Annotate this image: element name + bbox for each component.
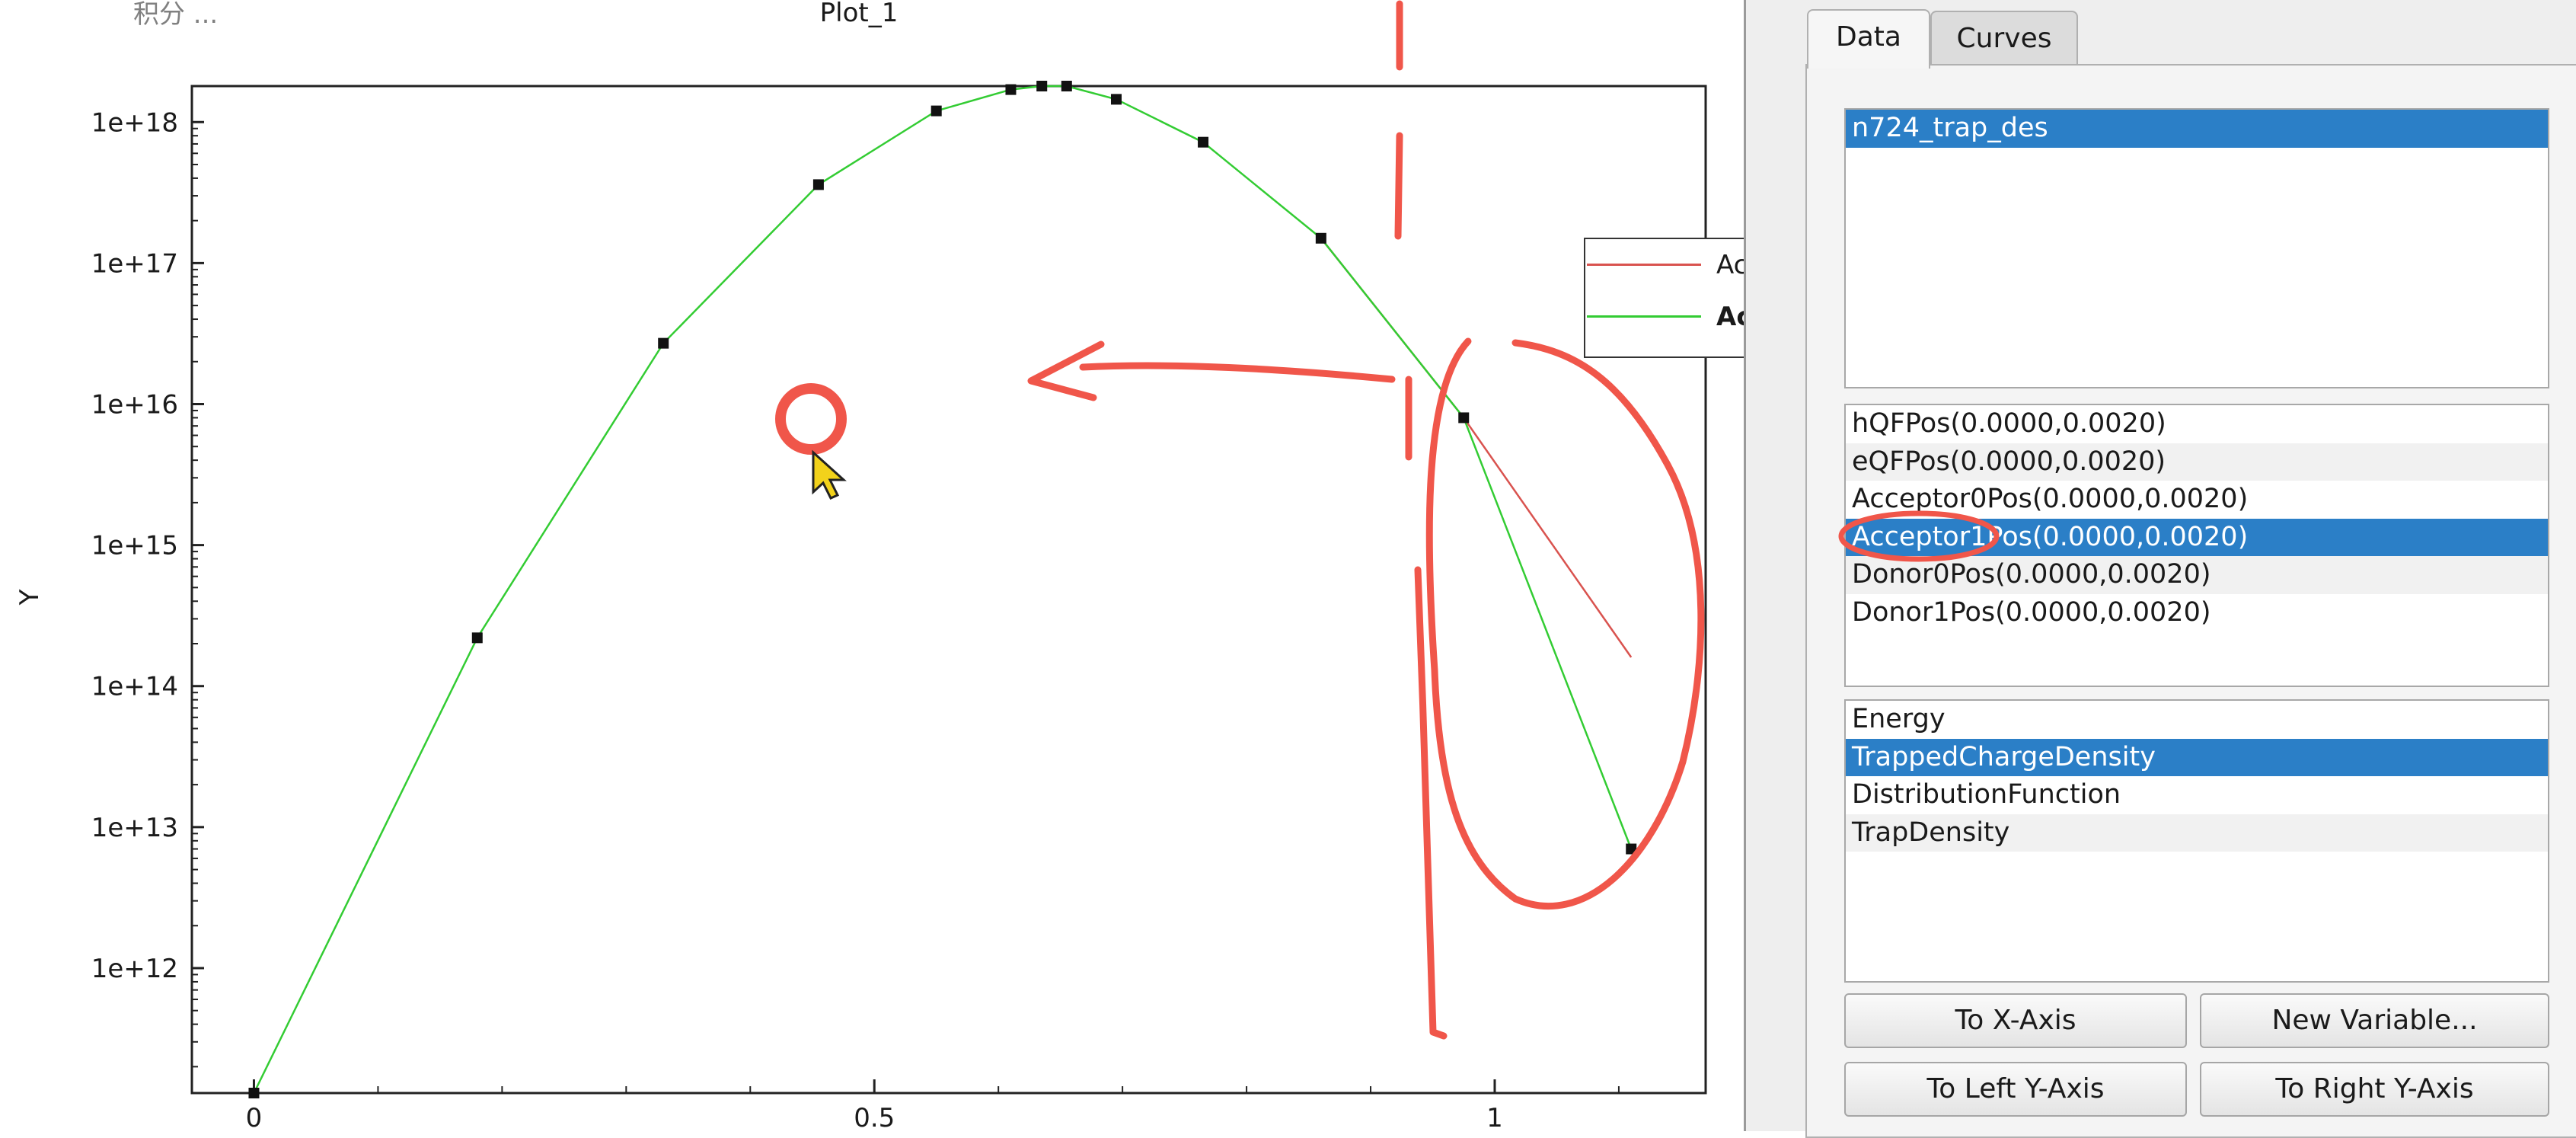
y-tick-label: 1e+14 — [91, 672, 178, 702]
legend-swatch — [1587, 315, 1701, 318]
y-tick-label: 1e+18 — [91, 107, 178, 138]
pointer-cursor-icon — [812, 449, 847, 500]
variable-item[interactable]: TrapDensity — [1846, 814, 2548, 852]
position-list[interactable]: hQFPos(0.0000,0.0020) eQFPos(0.0000,0.00… — [1844, 404, 2549, 687]
data-point — [812, 179, 824, 190]
y-tick-label: 1e+12 — [91, 954, 178, 984]
side-panel: Curves Data n724_trap_des hQFPos(0.0000,… — [1744, 0, 2576, 1138]
data-point — [1061, 81, 1072, 91]
legend-entry: Ac — [1585, 250, 1768, 280]
axes: 1e+12 1e+13 1e+14 1e+15 1e+16 1e+17 1e+18 0 0.5 1 — [91, 107, 1620, 1131]
y-axis-label: Y — [14, 589, 45, 606]
data-point — [1005, 84, 1017, 95]
position-item[interactable]: Acceptor1Pos(0.0000,0.0020) — [1846, 518, 2548, 556]
to-left-y-axis-button[interactable]: To Left Y-Axis — [1844, 1062, 2187, 1117]
legend[interactable]: Ac Ac — [1584, 238, 1767, 358]
position-item[interactable]: Donor1Pos(0.0000,0.0020) — [1846, 594, 2548, 632]
y-tick-label: 1e+15 — [91, 531, 178, 561]
variable-item[interactable]: DistributionFunction — [1846, 776, 2548, 814]
x-tick-label: 0 — [246, 1103, 263, 1131]
position-item[interactable]: eQFPos(0.0000,0.0020) — [1846, 443, 2548, 481]
variable-item[interactable]: Energy — [1846, 701, 2548, 739]
legend-entry: Ac — [1585, 302, 1768, 332]
tab-pane-data: n724_trap_des hQFPos(0.0000,0.0020) eQFP… — [1805, 64, 2576, 1138]
data-point — [1315, 232, 1326, 244]
data-point — [658, 337, 669, 349]
to-right-y-axis-button[interactable]: To Right Y-Axis — [2200, 1062, 2549, 1117]
legend-swatch — [1587, 264, 1701, 266]
variable-list[interactable]: Energy TrappedChargeDensity Distribution… — [1844, 699, 2549, 983]
data-point — [1458, 412, 1470, 424]
data-point — [248, 1088, 260, 1098]
variable-item[interactable]: TrappedChargeDensity — [1846, 738, 2548, 776]
markers — [248, 81, 1637, 1098]
plot-panel[interactable]: 积分 ... Plot_1 Y 1e+12 1e+13 1e+14 1e+15 1e+1… — [0, 0, 1767, 1131]
x-tick-label: 1 — [1486, 1103, 1503, 1131]
top-partial-text: 积分 ... — [133, 0, 218, 30]
series — [253, 85, 1633, 1094]
data-point — [1110, 94, 1122, 105]
data-point — [471, 632, 483, 644]
x-tick-label: 0.5 — [854, 1103, 895, 1131]
y-tick-label: 1e+17 — [91, 248, 178, 279]
plot-canvas[interactable]: 积分 ... Plot_1 Y 1e+121e+131e+141e+151e+1… — [0, 0, 1744, 1131]
data-point — [1626, 843, 1637, 855]
series-line — [253, 85, 1633, 1094]
plot-frame — [190, 85, 1707, 1095]
data-point — [1036, 81, 1048, 91]
data-point — [1198, 136, 1209, 148]
y-tick-label: 1e+13 — [91, 813, 178, 843]
position-item[interactable]: Acceptor0Pos(0.0000,0.0020) — [1846, 481, 2548, 519]
data-point — [930, 105, 942, 117]
position-item[interactable]: hQFPos(0.0000,0.0020) — [1846, 405, 2548, 443]
dataset-item[interactable]: n724_trap_des — [1846, 110, 2548, 148]
new-variable-button[interactable]: New Variable... — [2200, 993, 2549, 1048]
plot-title: Plot_1 — [820, 0, 899, 28]
y-tick-label: 1e+16 — [91, 389, 178, 420]
position-item[interactable]: Donor0Pos(0.0000,0.0020) — [1846, 556, 2548, 594]
dataset-list[interactable]: n724_trap_des — [1844, 108, 2549, 388]
to-x-axis-button[interactable]: To X-Axis — [1844, 993, 2187, 1048]
tab-curves[interactable]: Curves — [1930, 11, 2078, 64]
tab-data[interactable]: Data — [1807, 9, 1930, 69]
